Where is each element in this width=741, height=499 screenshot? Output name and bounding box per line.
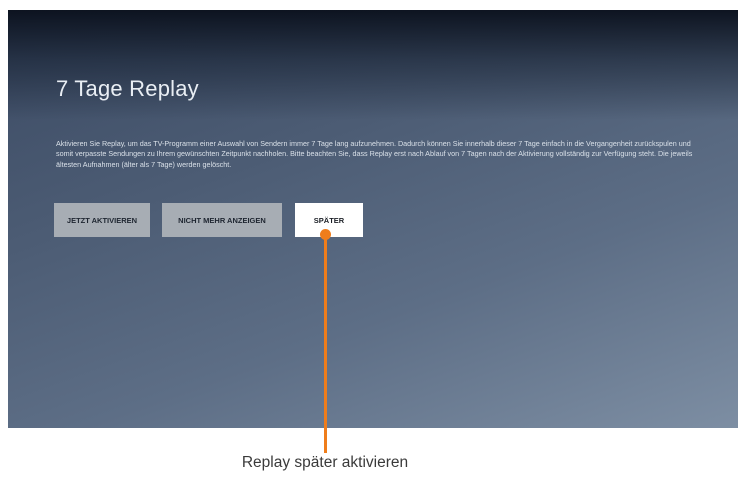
page-title: 7 Tage Replay [56,76,199,101]
description-text: Aktivieren Sie Replay, um das TV-Program… [56,139,693,169]
tv-screen: 7 Tage Replay Aktivieren Sie Replay, um … [8,10,738,428]
dont-show-again-button[interactable]: NICHT MEHR ANZEIGEN [162,203,282,237]
callout-label: Replay später aktivieren [241,454,409,471]
activate-now-button[interactable]: JETZT AKTIVIEREN [54,203,150,237]
callout-line [324,235,327,453]
